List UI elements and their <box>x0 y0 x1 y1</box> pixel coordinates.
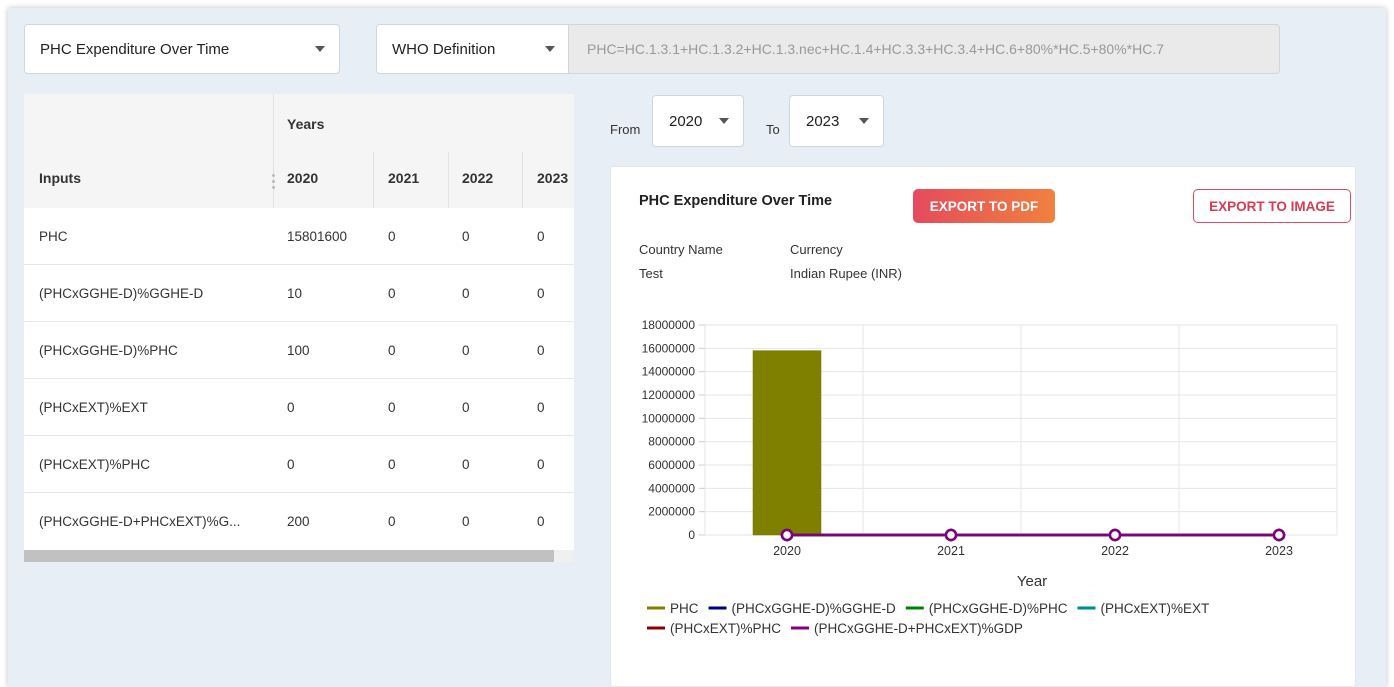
to-year-select[interactable]: 2023 <box>789 95 884 147</box>
x-axis-title: Year <box>1017 573 1047 590</box>
horizontal-scrollbar[interactable] <box>24 550 574 562</box>
column-menu-icon[interactable] <box>272 174 276 190</box>
cell-2020[interactable]: 10 <box>287 265 302 321</box>
y-tick-label: 6000000 <box>648 458 695 472</box>
year-header-2023[interactable]: 2023 <box>537 160 568 196</box>
row-label: (PHCxEXT)%EXT <box>39 399 148 415</box>
y-tick-label: 18000000 <box>642 318 696 332</box>
legend-item[interactable]: (PHCxGGHE-D)%PHC <box>929 601 1068 616</box>
cell-2022[interactable]: 0 <box>462 265 470 321</box>
cell-2022[interactable]: 0 <box>462 208 470 264</box>
table-header: Years Inputs 2020 2021 2022 2023 <box>24 94 574 208</box>
series-point[interactable] <box>1272 528 1286 542</box>
cell-2021[interactable]: 0 <box>388 379 396 435</box>
export-pdf-button[interactable]: EXPORT TO PDF <box>913 189 1055 223</box>
cell-2020[interactable]: 15801600 <box>287 208 347 264</box>
scrollbar-thumb[interactable] <box>24 550 554 562</box>
row-label: (PHCxEXT)%PHC <box>39 456 151 472</box>
cell-2023[interactable]: 0 <box>537 265 545 321</box>
chart-title: PHC Expenditure Over Time <box>639 193 833 209</box>
chevron-down-icon <box>719 118 729 124</box>
table-row: PHC 15801600 0 0 0 <box>24 208 574 265</box>
cell-2023[interactable]: 0 <box>537 208 545 264</box>
legend-item[interactable]: (PHCxGGHE-D+PHCxEXT)%GDP <box>814 621 1023 636</box>
inputs-column-header[interactable]: Inputs <box>39 160 81 196</box>
series-point[interactable] <box>944 528 958 542</box>
cell-2023[interactable]: 0 <box>537 379 545 435</box>
from-year-value: 2020 <box>669 112 703 130</box>
y-tick-label: 4000000 <box>648 481 695 495</box>
x-tick-label: 2021 <box>937 544 965 558</box>
y-tick-label: 12000000 <box>642 388 696 402</box>
chevron-down-icon <box>315 46 325 52</box>
cell-2021[interactable]: 0 <box>388 208 396 264</box>
y-tick-label: 10000000 <box>642 411 696 425</box>
legend-item[interactable]: (PHCxEXT)%PHC <box>670 621 781 636</box>
cell-2020[interactable]: 0 <box>287 436 295 492</box>
cell-2021[interactable]: 0 <box>388 493 396 549</box>
legend-item[interactable]: (PHCxEXT)%EXT <box>1101 601 1210 616</box>
formula-field: PHC=HC.1.3.1+HC.1.3.2+HC.1.3.nec+HC.1.4+… <box>568 24 1280 74</box>
row-label: PHC <box>39 228 68 244</box>
view-select[interactable]: PHC Expenditure Over Time <box>24 24 340 74</box>
year-header-2020[interactable]: 2020 <box>287 160 318 196</box>
table-row: (PHCxEXT)%PHC 0 0 0 0 <box>24 436 574 493</box>
row-label: (PHCxGGHE-D+PHCxEXT)%G... <box>39 513 241 529</box>
cell-2022[interactable]: 0 <box>462 493 470 549</box>
cell-2020[interactable]: 200 <box>287 493 310 549</box>
currency-label: Currency <box>790 242 843 257</box>
cell-2020[interactable]: 0 <box>287 379 295 435</box>
y-tick-label: 8000000 <box>648 435 695 449</box>
cell-2021[interactable]: 0 <box>388 265 396 321</box>
cell-2022[interactable]: 0 <box>462 322 470 378</box>
x-tick-label: 2022 <box>1101 544 1129 558</box>
app-frame: PHC Expenditure Over Time WHO Definition… <box>8 8 1386 687</box>
to-label: To <box>766 122 780 137</box>
definition-select[interactable]: WHO Definition <box>376 24 570 74</box>
inputs-table: Years Inputs 2020 2021 2022 2023 PHC 158… <box>24 94 574 562</box>
y-tick-label: 2000000 <box>648 505 695 519</box>
currency-value: Indian Rupee (INR) <box>790 266 902 281</box>
cell-2021[interactable]: 0 <box>388 322 396 378</box>
to-year-value: 2023 <box>806 112 840 130</box>
x-tick-label: 2023 <box>1265 544 1293 558</box>
from-year-select[interactable]: 2020 <box>652 95 744 147</box>
table-row: (PHCxGGHE-D)%GGHE-D 10 0 0 0 <box>24 265 574 322</box>
view-select-label: PHC Expenditure Over Time <box>40 40 230 58</box>
cell-2023[interactable]: 0 <box>537 493 545 549</box>
chevron-down-icon <box>859 118 869 124</box>
country-value: Test <box>639 266 663 281</box>
from-label: From <box>610 122 641 137</box>
cell-2020[interactable]: 100 <box>287 322 310 378</box>
expenditure-chart: 0 2000000 4000000 6000000 8000000 10000000 120… <box>642 318 1338 636</box>
year-header-2021[interactable]: 2021 <box>388 160 419 196</box>
year-header-2022[interactable]: 2022 <box>462 160 493 196</box>
export-image-button[interactable]: EXPORT TO IMAGE <box>1193 189 1351 223</box>
bar-phc[interactable] <box>752 350 822 536</box>
y-tick-label: 0 <box>688 528 695 542</box>
cell-2021[interactable]: 0 <box>388 436 396 492</box>
table-row: (PHCxEXT)%EXT 0 0 0 0 <box>24 379 574 436</box>
row-label: (PHCxGGHE-D)%GGHE-D <box>39 285 204 301</box>
chart-card: PHC Expenditure Over Time EXPORT TO PDF … <box>610 166 1356 687</box>
y-tick-label: 16000000 <box>642 341 696 355</box>
cell-2023[interactable]: 0 <box>537 436 545 492</box>
country-label: Country Name <box>639 242 723 257</box>
table-row: (PHCxGGHE-D)%PHC 100 0 0 0 <box>24 322 574 379</box>
definition-select-label: WHO Definition <box>392 40 496 58</box>
cell-2022[interactable]: 0 <box>462 436 470 492</box>
x-tick-label: 2020 <box>773 544 801 558</box>
series-point[interactable] <box>1108 528 1122 542</box>
cell-2022[interactable]: 0 <box>462 379 470 435</box>
table-row: (PHCxGGHE-D+PHCxEXT)%G... 200 0 0 0 <box>24 493 574 550</box>
cell-2023[interactable]: 0 <box>537 322 545 378</box>
years-group-header: Years <box>287 116 325 132</box>
y-tick-label: 14000000 <box>642 365 696 379</box>
legend-item[interactable]: PHC <box>670 601 699 616</box>
legend-item[interactable]: (PHCxGGHE-D)%GGHE-D <box>732 601 896 616</box>
chevron-down-icon <box>545 46 555 52</box>
formula-text: PHC=HC.1.3.1+HC.1.3.2+HC.1.3.nec+HC.1.4+… <box>587 41 1165 57</box>
row-label: (PHCxGGHE-D)%PHC <box>39 342 178 358</box>
series-point[interactable] <box>780 528 794 542</box>
